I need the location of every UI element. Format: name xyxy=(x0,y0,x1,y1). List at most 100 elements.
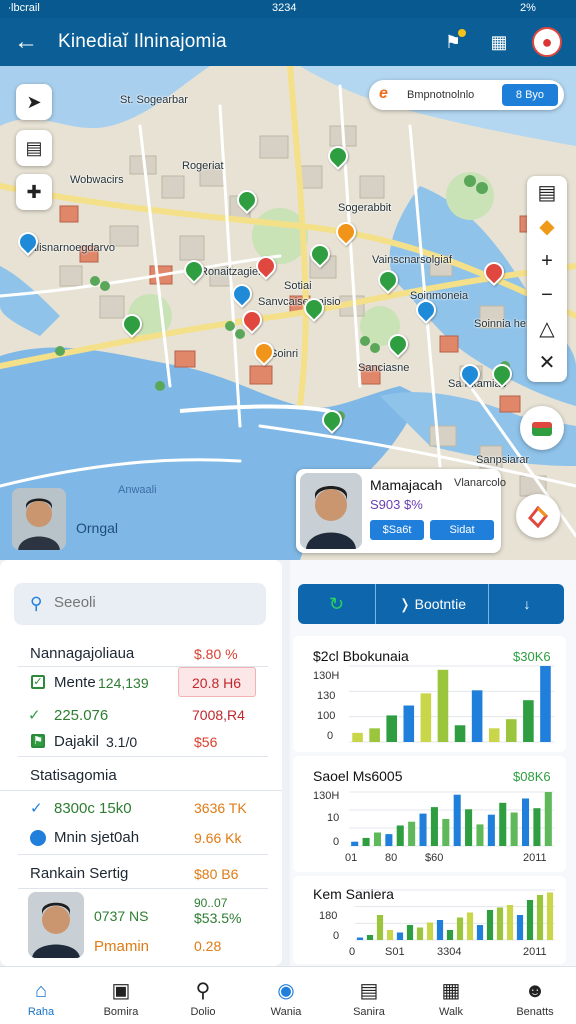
nav-item-sanira[interactable]: ▤ Sanira xyxy=(328,967,410,1024)
refresh-tab[interactable]: ↻ xyxy=(298,584,376,624)
notification-icon[interactable]: ⚑ xyxy=(438,27,468,57)
map-label: Rogeriat xyxy=(182,160,224,172)
map-pin-icon[interactable] xyxy=(460,364,476,384)
chart-bar xyxy=(442,819,450,846)
check-mark-icon: ✓ xyxy=(28,707,41,724)
chart-card: Saoel Ms6005 $08K6 130H 10 0 01 80 $60 2… xyxy=(293,756,566,872)
close-icon[interactable]: ✕ xyxy=(527,346,567,380)
map-pin-icon[interactable] xyxy=(328,146,344,166)
avatar[interactable] xyxy=(28,892,84,958)
map-search-bar[interactable]: e Bmpnotnolnlo 8 Byo xyxy=(369,80,564,110)
divider xyxy=(18,756,268,757)
chart-bar xyxy=(420,693,432,742)
map-layers-icon[interactable]: ▦ xyxy=(484,27,514,57)
nav-label: Wania xyxy=(270,1006,302,1018)
navigate-icon[interactable]: ➤ xyxy=(16,84,52,120)
search-icon: ⚲ xyxy=(30,594,43,613)
y-tick-label: 180 xyxy=(319,910,338,922)
map-pin-icon[interactable] xyxy=(484,262,500,282)
chart-bar xyxy=(476,824,484,846)
bar-chart xyxy=(349,791,554,847)
profile-menu-icon[interactable]: ● xyxy=(532,27,562,57)
x-tick-label: 2011 xyxy=(523,946,547,958)
map-label: Wobwacirs xyxy=(70,174,124,186)
chart-bar xyxy=(533,808,541,846)
layers-icon[interactable]: ▤ xyxy=(16,130,52,166)
x-tick-label: 01 xyxy=(345,852,358,864)
map-pin-icon[interactable] xyxy=(122,314,138,334)
chart-bar xyxy=(544,792,552,846)
nav-label: Dolio xyxy=(190,1006,216,1018)
print-icon[interactable]: ▤ xyxy=(527,176,567,210)
avatar[interactable] xyxy=(12,488,66,550)
map-pin-icon[interactable] xyxy=(378,270,394,290)
status-bar: ∙lbcrail 3234 2% xyxy=(0,0,576,18)
bottom-nav: ⌂ Raha ▣ Bomira ⚲ Dolio ◉ Wania ▤ Sanira… xyxy=(0,966,576,1024)
map-pin-icon[interactable] xyxy=(184,260,200,280)
y-tick-label: 130H xyxy=(313,670,340,682)
chart-bar xyxy=(373,832,382,846)
zoom-out-icon[interactable]: − xyxy=(527,278,567,312)
chart-bar xyxy=(486,910,494,940)
map-label: Sogerabbit xyxy=(338,202,392,214)
nav-item-wania[interactable]: ◉ Wania xyxy=(245,967,327,1024)
compass-button[interactable] xyxy=(516,494,560,538)
map-pin-icon[interactable] xyxy=(242,310,258,330)
search-input[interactable] xyxy=(54,594,244,611)
nav-item-benatts[interactable]: ☻ Benatts xyxy=(494,967,576,1024)
zoom-in-icon[interactable]: + xyxy=(527,244,567,278)
map-pin-icon[interactable] xyxy=(416,300,432,320)
map-pin-icon[interactable] xyxy=(256,256,272,276)
brand-logo-icon: e xyxy=(379,85,388,102)
chart-bar xyxy=(436,920,444,940)
chart-title: Saoel Ms6005 xyxy=(313,768,403,784)
list-item-number: 124,139 xyxy=(98,675,149,691)
checkbox-icon[interactable]: ✓ xyxy=(31,675,45,689)
chart-value: $30K6 xyxy=(513,649,551,664)
measure-icon[interactable]: △ xyxy=(527,312,567,346)
chart-bar xyxy=(516,915,524,940)
place-card[interactable]: Mamajacah Vlanarcolo S903 $% $Sa6t Sidat xyxy=(296,469,506,553)
street-view-button[interactable] xyxy=(520,406,564,450)
chart-bar xyxy=(487,814,495,846)
map-pin-icon[interactable] xyxy=(18,232,34,252)
nav-item-home[interactable]: ⌂ Raha xyxy=(0,967,82,1024)
map-label: Ronaitzagier xyxy=(200,266,262,278)
app-header: ← Kinediaĭ Ilninajomia ⚑ ▦ ● xyxy=(0,18,576,66)
map-pin-icon[interactable] xyxy=(237,190,253,210)
nav-item-walk[interactable]: ▦ Walk xyxy=(410,967,492,1024)
section-title: Statisagomia xyxy=(30,767,117,784)
map-pin-icon[interactable] xyxy=(304,298,320,318)
chart-bar xyxy=(366,935,374,940)
traffic-icon[interactable]: ◆ xyxy=(527,210,567,244)
nav-item-bomira[interactable]: ▣ Bomira xyxy=(80,967,162,1024)
chart-bar xyxy=(505,719,517,742)
bootntie-tab[interactable]: ❭ Bootntie xyxy=(377,584,489,624)
summary-panel: ⚲ Nannagajoliaua $.80 % ✓ Mente 124,139 … xyxy=(0,560,282,966)
y-tick-label: 10 xyxy=(327,812,340,824)
list-item-value: 7008,R4 xyxy=(192,707,245,723)
nav-item-dolio[interactable]: ⚲ Dolio xyxy=(162,967,244,1024)
search-bar[interactable]: ⚲ xyxy=(14,583,266,625)
person-name: Pmamin xyxy=(94,938,150,955)
person-stat: $53.5% xyxy=(194,910,242,926)
map-pin-icon[interactable] xyxy=(310,244,326,264)
map-pin-icon[interactable] xyxy=(254,342,270,362)
map-pin-icon[interactable] xyxy=(232,284,248,304)
add-place-icon[interactable]: ✚ xyxy=(16,174,52,210)
card-button-secondary[interactable]: Sidat xyxy=(430,520,494,540)
back-arrow-icon[interactable]: ← xyxy=(14,28,42,56)
list-item-label: 225.076 xyxy=(54,707,109,724)
map-view[interactable]: Rogeriat Sogerabbit Vainscnarsolgiaf Gal… xyxy=(0,66,576,560)
download-tab[interactable]: ↓ xyxy=(490,584,564,624)
map-pin-icon[interactable] xyxy=(388,334,404,354)
map-pin-icon[interactable] xyxy=(492,364,508,384)
map-pin-icon[interactable] xyxy=(336,222,352,242)
card-button-primary[interactable]: $Sa6t xyxy=(370,520,424,540)
map-label: Vainscnarsolgiaf xyxy=(372,254,452,266)
map-search-button[interactable]: 8 Byo xyxy=(502,84,558,106)
map-pin-icon[interactable] xyxy=(322,410,338,430)
list-item-value: $.80 % xyxy=(194,646,238,662)
carrier-text: ∙lbcrail xyxy=(8,2,40,14)
clock: 3234 xyxy=(272,2,297,14)
